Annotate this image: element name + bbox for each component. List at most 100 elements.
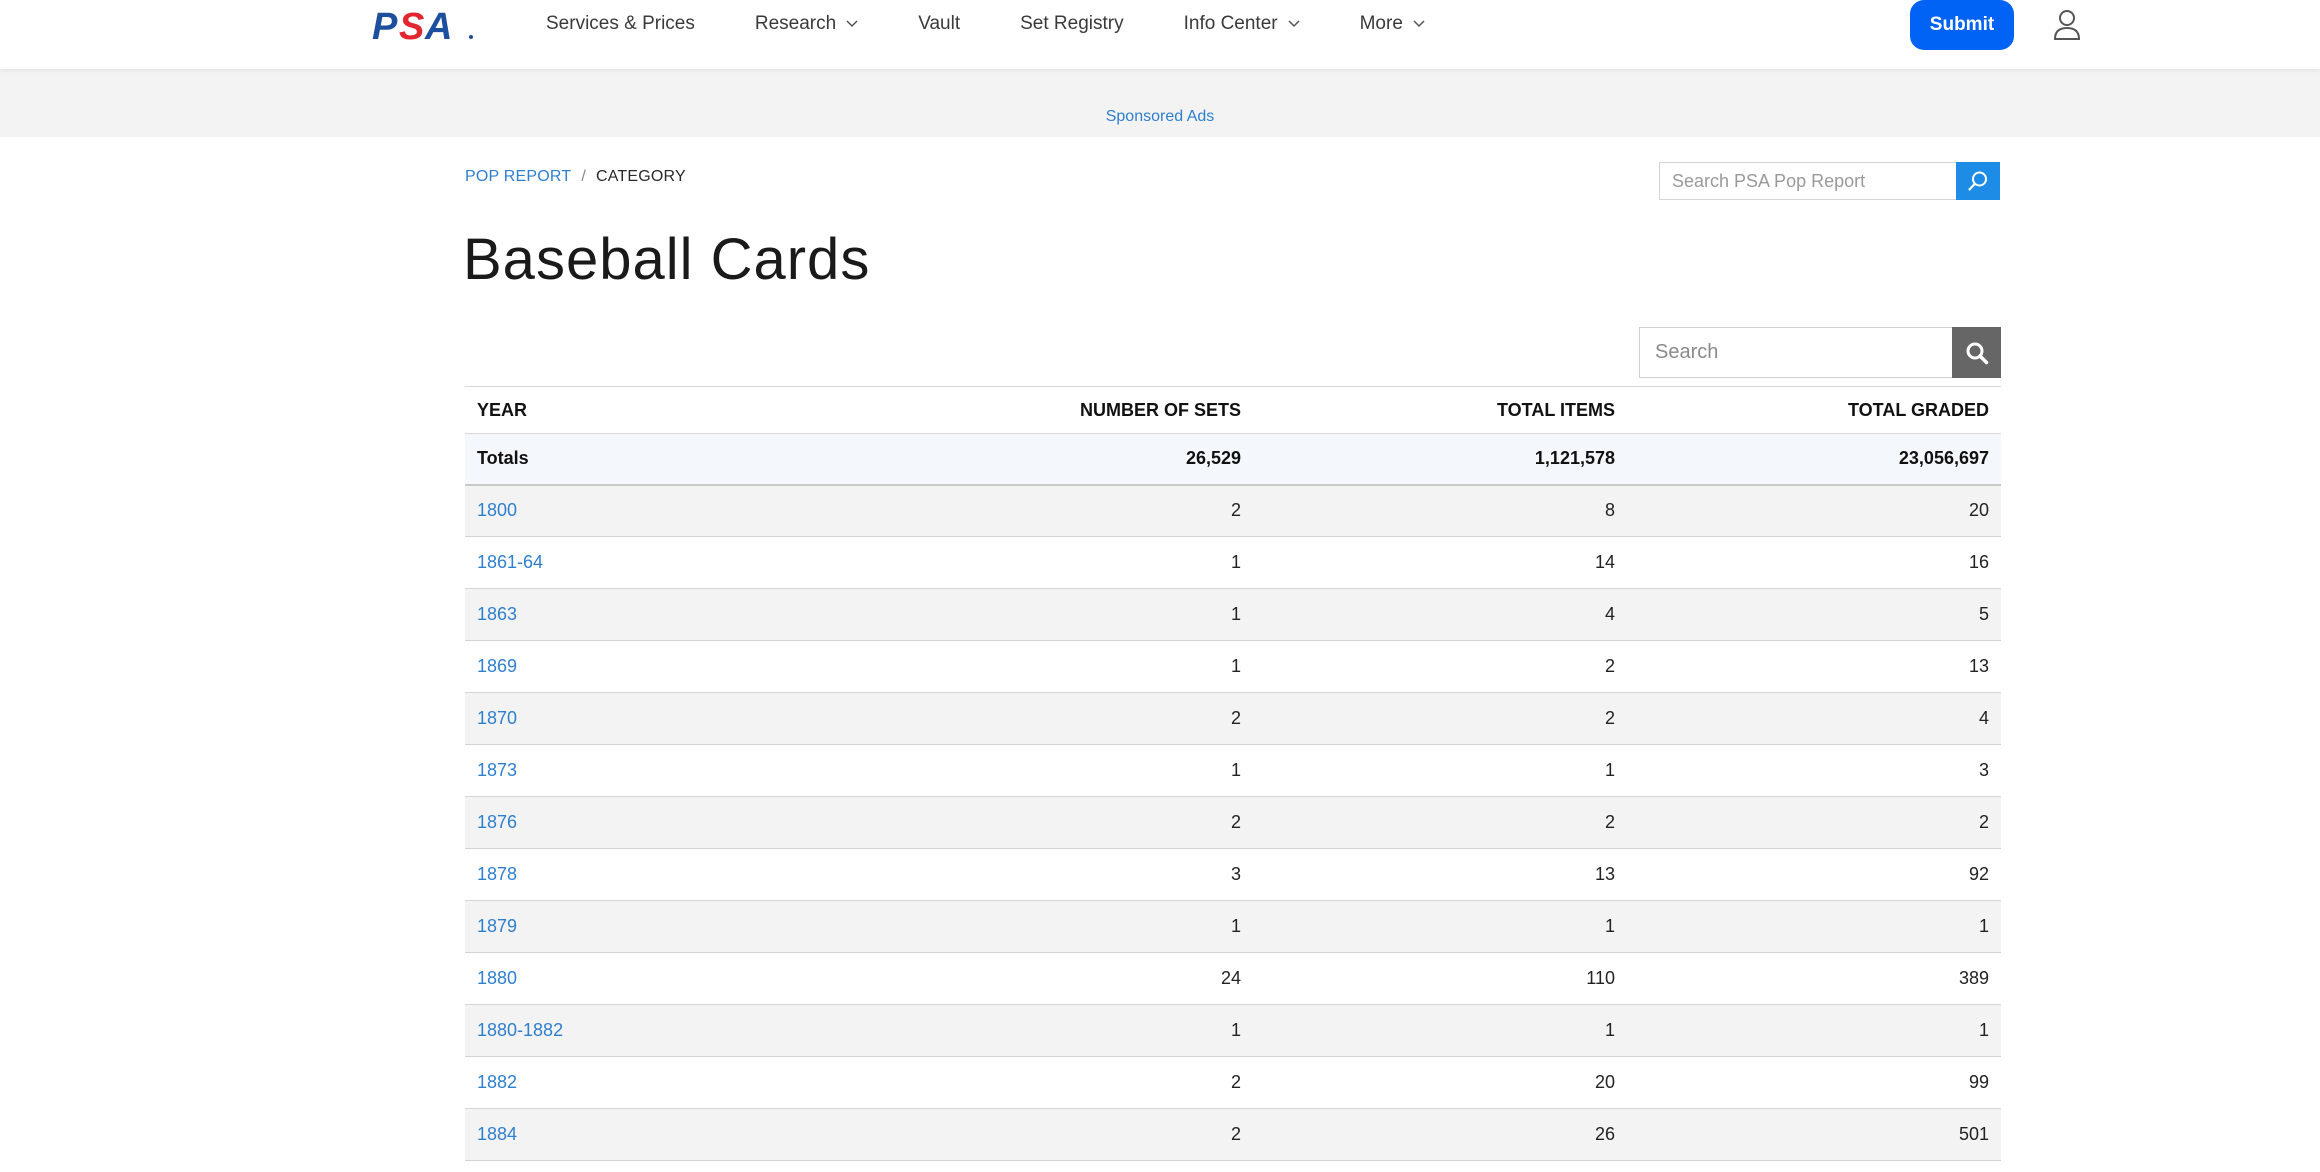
cell-number-of-sets: 2: [1230, 812, 1241, 832]
nav-label: Research: [754, 13, 837, 34]
year-link[interactable]: 1882: [477, 1072, 517, 1092]
chevron-down-icon: [846, 20, 858, 28]
year-link[interactable]: 1878: [477, 864, 517, 884]
year-link[interactable]: 1870: [477, 708, 517, 728]
cell-total-items: 2: [1604, 812, 1615, 832]
year-link[interactable]: 1863: [477, 604, 517, 624]
cell-total-graded: 501: [1958, 1124, 1989, 1144]
year-link[interactable]: 1861-64: [477, 552, 543, 572]
table-row: 1880-1882 1 1 1: [465, 1004, 2001, 1057]
nav-label: Info Center: [1183, 13, 1278, 34]
cell-number-of-sets: 1: [1230, 656, 1241, 676]
header-number-of-sets[interactable]: NUMBER OF SETS: [829, 386, 1253, 434]
submit-button[interactable]: Submit: [1910, 0, 2014, 50]
year-link[interactable]: 1879: [477, 916, 517, 936]
cell-total-items: 2: [1604, 708, 1615, 728]
table-header-row: YEAR NUMBER OF SETS TOTAL ITEMS TOTAL GR…: [465, 386, 2001, 434]
year-link[interactable]: 1884: [477, 1124, 517, 1144]
svg-text:A: A: [424, 6, 450, 46]
breadcrumb-separator: /: [581, 168, 586, 185]
cell-total-items: 13: [1594, 864, 1615, 884]
cell-total-items: 2: [1604, 656, 1615, 676]
cell-total-graded: 5: [1978, 604, 1989, 624]
year-link[interactable]: 1876: [477, 812, 517, 832]
cell-number-of-sets: 2: [1230, 1072, 1241, 1092]
pop-report-search-input[interactable]: [1659, 162, 1956, 200]
cell-total-graded: 389: [1958, 968, 1989, 988]
cell-year: 1878: [465, 849, 829, 901]
cell-number-of-sets: 3: [1230, 864, 1241, 884]
year-link[interactable]: 1873: [477, 760, 517, 780]
table-row: 1880 24 110 389: [465, 952, 2001, 1005]
psa-logo-mark: P S A: [372, 6, 473, 46]
breadcrumb-category: CATEGORY: [595, 168, 686, 185]
sponsored-ads-link[interactable]: Sponsored Ads: [0, 108, 2320, 126]
cell-total-graded: 13: [1968, 656, 1989, 676]
chevron-down-icon: [1288, 20, 1300, 28]
pop-report-search-button[interactable]: [1956, 162, 2000, 200]
nav-set-registry[interactable]: Set Registry: [1020, 13, 1123, 35]
cell-total-items: 26: [1594, 1124, 1615, 1144]
nav-label: More: [1359, 13, 1403, 34]
nav-info-center[interactable]: Info Center: [1184, 13, 1300, 35]
cell-number-of-sets: 24: [1220, 968, 1241, 988]
cell-total-items: 4: [1604, 604, 1615, 624]
nav-label: Set Registry: [1020, 13, 1124, 34]
svg-text:S: S: [399, 6, 424, 46]
table-search-input[interactable]: [1639, 327, 1952, 378]
cell-year: 1882: [465, 1057, 829, 1109]
svg-text:P: P: [372, 6, 398, 46]
psa-logo[interactable]: P S A: [372, 6, 476, 46]
breadcrumb: POP REPORT / CATEGORY: [465, 168, 686, 186]
top-navigation: P S A Services & Prices Research Vault S…: [0, 0, 2320, 69]
table-row: 1870 2 2 4: [465, 692, 2001, 745]
table-row: 1884 2 26 501: [465, 1108, 2001, 1161]
header-total-graded[interactable]: TOTAL GRADED: [1627, 386, 2001, 434]
breadcrumb-pop-report[interactable]: POP REPORT: [465, 168, 571, 186]
cell-year: 1800: [465, 485, 829, 537]
table-row: 1869 1 2 13: [465, 640, 2001, 693]
header-total-items[interactable]: TOTAL ITEMS: [1253, 386, 1627, 434]
totals-sets: 26,529: [1185, 448, 1241, 469]
totals-label: Totals: [477, 448, 529, 469]
year-link[interactable]: 1880-1882: [477, 1020, 563, 1040]
pop-report-search: [1659, 162, 2000, 200]
cell-year: 1869: [465, 641, 829, 693]
table-row: 1878 3 13 92: [465, 848, 2001, 901]
header-year[interactable]: YEAR: [465, 386, 829, 434]
cell-total-graded: 2: [1978, 812, 1989, 832]
table-search-button[interactable]: [1952, 327, 2001, 378]
table-row: 1876 2 2 2: [465, 796, 2001, 849]
cell-year: 1880: [465, 953, 829, 1005]
cell-year: 1884: [465, 1109, 829, 1161]
page-title: Baseball Cards: [463, 227, 871, 292]
nav-research[interactable]: Research: [755, 13, 858, 35]
cell-year: 1879: [465, 901, 829, 953]
cell-year: 1876: [465, 797, 829, 849]
nav-vault[interactable]: Vault: [918, 13, 960, 35]
cell-number-of-sets: 2: [1230, 500, 1241, 521]
nav-label: Services & Prices: [546, 13, 695, 34]
main-menu: Services & Prices Research Vault Set Reg…: [546, 0, 1485, 48]
year-link[interactable]: 1880: [477, 968, 517, 988]
cell-year: 1863: [465, 589, 829, 641]
table-search: [1639, 327, 2001, 378]
totals-items: 1,121,578: [1534, 448, 1615, 469]
nav-services-prices[interactable]: Services & Prices: [546, 13, 695, 35]
cell-total-graded: 3: [1978, 760, 1989, 780]
cell-number-of-sets: 1: [1230, 552, 1241, 572]
cell-total-graded: 1: [1978, 1020, 1989, 1040]
table-row: 1879 1 1 1: [465, 900, 2001, 953]
year-link[interactable]: 1800: [477, 500, 517, 520]
cell-total-graded: 1: [1978, 916, 1989, 936]
table-row: 1882 2 20 99: [465, 1056, 2001, 1109]
search-icon: [1966, 342, 1988, 364]
cell-total-items: 1: [1604, 1020, 1615, 1040]
cell-year: 1873: [465, 745, 829, 797]
table-row: 1800 2 8 20: [465, 484, 2001, 537]
user-account-icon[interactable]: [2052, 8, 2082, 42]
cell-number-of-sets: 1: [1230, 1020, 1241, 1040]
year-link[interactable]: 1869: [477, 656, 517, 676]
nav-more[interactable]: More: [1360, 13, 1425, 35]
cell-total-items: 1: [1604, 760, 1615, 780]
